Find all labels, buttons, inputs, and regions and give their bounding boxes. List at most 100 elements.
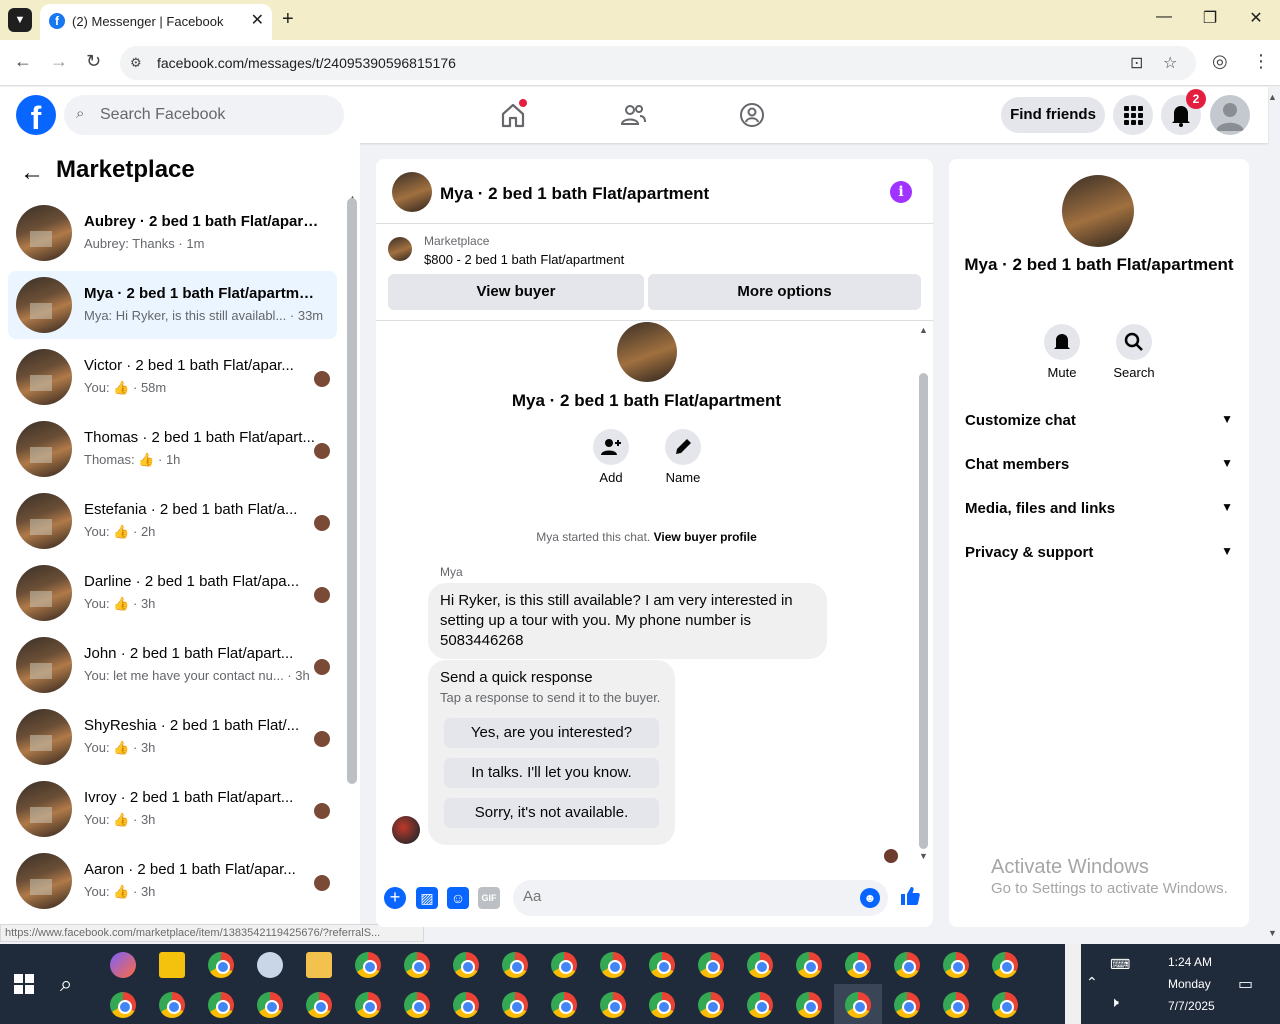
chrome-taskbar-icon[interactable] bbox=[110, 992, 136, 1018]
bookmark-star-icon[interactable]: ☆ bbox=[1163, 53, 1177, 73]
sticker-icon[interactable]: ☺ bbox=[447, 887, 469, 909]
conversation-item[interactable]: Thomas · 2 bed 1 bath Flat/apart... Thoma… bbox=[8, 415, 337, 483]
conversation-item[interactable]: Ivroy · 2 bed 1 bath Flat/apart... You: 👍… bbox=[8, 775, 337, 843]
quick-response-button[interactable]: Yes, are you interested? bbox=[444, 718, 659, 748]
volume-muted-icon[interactable]: 🕨 bbox=[1110, 994, 1119, 1011]
back-arrow-icon[interactable]: ← bbox=[20, 159, 44, 187]
notification-center-icon[interactable]: ▭ bbox=[1238, 974, 1253, 994]
chrome-taskbar-icon[interactable] bbox=[747, 952, 773, 978]
chrome-taskbar-icon[interactable] bbox=[698, 952, 724, 978]
conversation-item[interactable]: Aubrey · 2 bed 1 bath Flat/apart... Aubre… bbox=[8, 199, 337, 267]
chrome-taskbar-icon[interactable] bbox=[845, 952, 871, 978]
clock-date[interactable]: 7/7/2025 bbox=[1168, 999, 1215, 1013]
clock-day[interactable]: Monday bbox=[1168, 977, 1211, 991]
quick-response-button[interactable]: In talks. I'll let you know. bbox=[444, 758, 659, 788]
more-options-button[interactable]: More options bbox=[648, 274, 921, 310]
chrome-taskbar-icon[interactable] bbox=[649, 992, 675, 1018]
chrome-taskbar-icon[interactable] bbox=[600, 952, 626, 978]
info-avatar[interactable] bbox=[1062, 175, 1134, 247]
taskbar-search-icon[interactable]: ⌕ bbox=[60, 971, 72, 997]
chrome-taskbar-icon[interactable] bbox=[453, 952, 479, 978]
groups-icon[interactable] bbox=[738, 101, 766, 129]
conversation-item[interactable]: John · 2 bed 1 bath Flat/apart... You: le… bbox=[8, 631, 337, 699]
home-icon[interactable] bbox=[499, 99, 527, 129]
sticky-notes-taskbar-icon[interactable] bbox=[159, 952, 185, 978]
minimize-icon[interactable]: — bbox=[1141, 8, 1187, 26]
profile-circle-icon[interactable]: ◎ bbox=[1212, 51, 1228, 72]
chrome-taskbar-icon[interactable] bbox=[355, 952, 381, 978]
profile-avatar[interactable] bbox=[1210, 95, 1250, 135]
copilot-taskbar-icon[interactable] bbox=[110, 952, 136, 978]
chrome-taskbar-icon[interactable] bbox=[208, 992, 234, 1018]
friends-icon[interactable] bbox=[619, 101, 647, 129]
chat-members-row[interactable]: Chat members ▼ bbox=[965, 456, 1233, 480]
search-icon[interactable] bbox=[1116, 324, 1152, 360]
restore-icon[interactable]: ❐ bbox=[1187, 8, 1233, 28]
privacy-support-row[interactable]: Privacy & support ▼ bbox=[965, 544, 1233, 568]
chrome-taskbar-icon[interactable] bbox=[698, 992, 724, 1018]
buyer-avatar-large[interactable] bbox=[617, 322, 677, 382]
window-close-icon[interactable]: ✕ bbox=[1233, 8, 1279, 28]
browser-menu-icon[interactable]: ⋮ bbox=[1252, 51, 1270, 72]
sidebar-scrollbar[interactable] bbox=[347, 198, 357, 784]
omnibox[interactable]: ⚙ facebook.com/messages/t/24095390596815… bbox=[120, 46, 1196, 80]
new-tab-button[interactable]: + bbox=[282, 8, 294, 31]
view-buyer-button[interactable]: View buyer bbox=[388, 274, 644, 310]
conversation-item[interactable]: Estefania · 2 bed 1 bath Flat/a... You: 👍… bbox=[8, 487, 337, 555]
pencil-icon[interactable] bbox=[665, 429, 701, 465]
chrome-taskbar-icon[interactable] bbox=[992, 952, 1018, 978]
chrome-taskbar-icon[interactable] bbox=[355, 992, 381, 1018]
chrome-taskbar-icon[interactable] bbox=[502, 952, 528, 978]
media-files-links-row[interactable]: Media, files and links ▼ bbox=[965, 500, 1233, 524]
windows-start-icon[interactable] bbox=[14, 974, 34, 994]
conversation-item[interactable]: Mya · 2 bed 1 bath Flat/apartment Mya: Hi… bbox=[8, 271, 337, 339]
chrome-taskbar-icon[interactable] bbox=[257, 992, 283, 1018]
view-buyer-profile-link[interactable]: View buyer profile bbox=[654, 530, 757, 544]
chrome-taskbar-icon[interactable] bbox=[943, 952, 969, 978]
page-scroll-down-icon[interactable]: ▼ bbox=[1268, 928, 1277, 938]
page-scroll-up-icon[interactable]: ▲ bbox=[1268, 92, 1277, 102]
tab-search-button[interactable]: ▼ bbox=[8, 8, 32, 32]
facebook-logo[interactable]: f bbox=[16, 95, 56, 136]
chrome-taskbar-icon[interactable] bbox=[845, 992, 871, 1018]
chat-avatar[interactable] bbox=[392, 172, 432, 212]
chat-scrollbar[interactable] bbox=[919, 373, 928, 849]
tray-device-icon[interactable]: ⌨ bbox=[1110, 956, 1130, 973]
chrome-taskbar-icon[interactable] bbox=[502, 992, 528, 1018]
chrome-taskbar-icon[interactable] bbox=[404, 952, 430, 978]
menu-grid-icon[interactable] bbox=[1113, 95, 1153, 135]
clock-time[interactable]: 1:24 AM bbox=[1168, 955, 1212, 969]
forward-icon[interactable]: → bbox=[50, 51, 68, 72]
reload-icon[interactable]: ↻ bbox=[86, 51, 101, 72]
chrome-taskbar-icon[interactable] bbox=[894, 992, 920, 1018]
find-friends-button[interactable]: Find friends bbox=[1001, 97, 1105, 133]
scroll-down-icon[interactable]: ▼ bbox=[919, 851, 928, 861]
listing-price-title[interactable]: $800 - 2 bed 1 bath Flat/apartment bbox=[424, 252, 624, 267]
paint-taskbar-icon[interactable] bbox=[257, 952, 283, 978]
site-info-icon[interactable]: ⚙ bbox=[130, 55, 142, 71]
tray-overflow-icon[interactable]: ⌃ bbox=[1086, 974, 1098, 991]
image-icon[interactable]: ▨ bbox=[416, 887, 438, 909]
message-input[interactable] bbox=[523, 888, 843, 905]
message-composer[interactable]: ☻ bbox=[513, 880, 888, 916]
chrome-taskbar-icon[interactable] bbox=[600, 992, 626, 1018]
facebook-search-box[interactable]: ⌕ Search Facebook bbox=[64, 95, 344, 135]
file-explorer-taskbar-icon[interactable] bbox=[306, 952, 332, 978]
chrome-taskbar-icon[interactable] bbox=[747, 992, 773, 1018]
chrome-taskbar-icon[interactable] bbox=[796, 992, 822, 1018]
quick-response-button[interactable]: Sorry, it's not available. bbox=[444, 798, 659, 828]
listing-thumbnail[interactable] bbox=[388, 237, 412, 261]
mute-bell-icon[interactable] bbox=[1044, 324, 1080, 360]
add-person-icon[interactable] bbox=[593, 429, 629, 465]
plus-icon[interactable]: + bbox=[384, 887, 406, 909]
chrome-taskbar-icon[interactable] bbox=[306, 992, 332, 1018]
chrome-taskbar-icon[interactable] bbox=[992, 992, 1018, 1018]
conversation-item[interactable]: Darline · 2 bed 1 bath Flat/apa... You: 👍… bbox=[8, 559, 337, 627]
chrome-taskbar-icon[interactable] bbox=[551, 992, 577, 1018]
conversation-item[interactable]: ShyReshia · 2 bed 1 bath Flat/... You: 👍 … bbox=[8, 703, 337, 771]
chrome-taskbar-icon[interactable] bbox=[159, 992, 185, 1018]
url-text[interactable]: facebook.com/messages/t/2409539059681517… bbox=[157, 55, 456, 71]
browser-tab[interactable]: f (2) Messenger | Facebook ✕ bbox=[40, 4, 272, 40]
chrome-taskbar-icon[interactable] bbox=[404, 992, 430, 1018]
conversation-item[interactable]: Aaron · 2 bed 1 bath Flat/apar... You: 👍 … bbox=[8, 847, 337, 915]
